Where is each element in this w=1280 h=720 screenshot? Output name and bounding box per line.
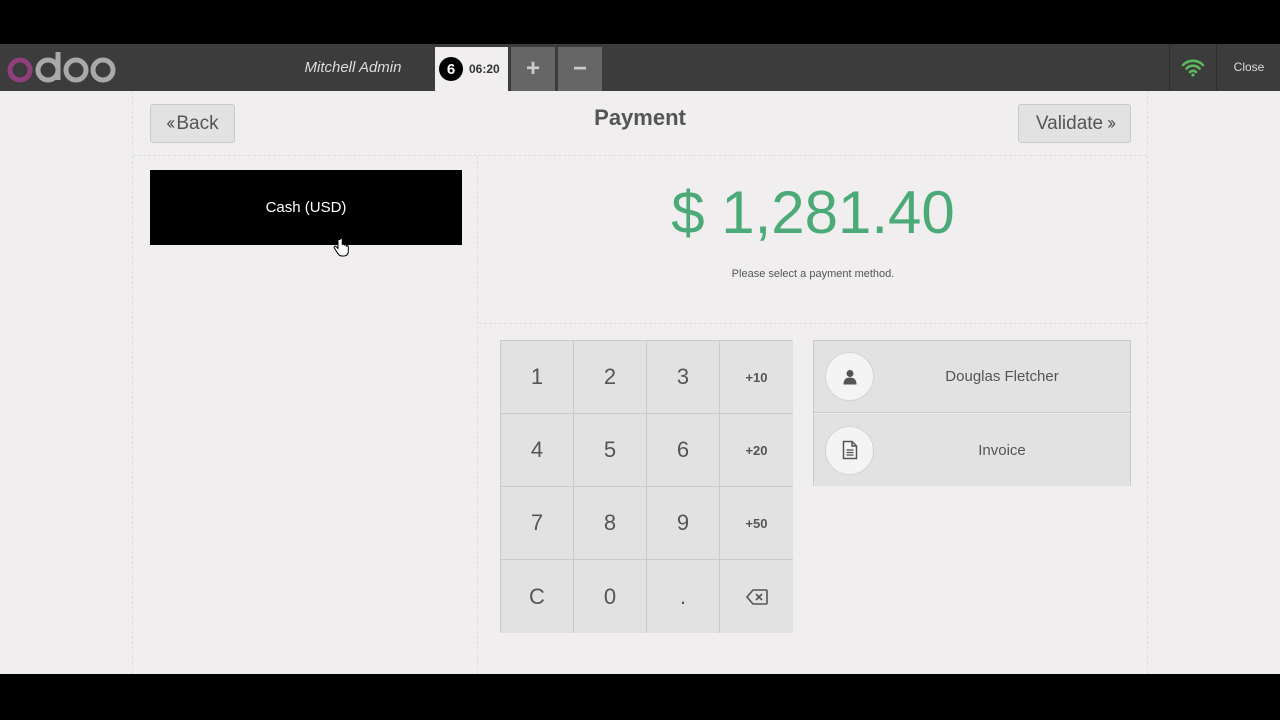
numpad-key-6[interactable]: 6: [647, 414, 720, 487]
amount-due: $ 1,281.40: [671, 179, 955, 246]
validate-button[interactable]: Validate ››: [1018, 104, 1131, 143]
payment-top-row: ‹‹ Back Payment Validate ››: [133, 91, 1147, 156]
add-order-button[interactable]: +: [511, 47, 555, 91]
numpad-key-0[interactable]: 0: [574, 560, 647, 633]
numpad-key-2[interactable]: 2: [574, 341, 647, 414]
numpad-key-plus-10[interactable]: +10: [720, 341, 793, 414]
hand-cursor-icon: [333, 237, 349, 263]
numpad: 1 2 3 +10 4 5 6 +20 7 8 9 +50 C 0 .: [500, 340, 793, 633]
payment-screen: ‹‹ Back Payment Validate ›› Cash (USD) $…: [0, 91, 1280, 674]
double-chevron-right-icon: ››: [1107, 113, 1116, 133]
order-tab[interactable]: 6 06:20: [435, 47, 508, 91]
letterbox-top: [0, 0, 1280, 44]
customer-name: Douglas Fletcher: [945, 368, 1059, 385]
numpad-key-clear[interactable]: C: [501, 560, 574, 633]
set-customer-button[interactable]: Douglas Fletcher: [814, 341, 1130, 413]
order-number-badge: 6: [439, 57, 463, 81]
validate-label: Validate: [1035, 112, 1104, 134]
order-time: 06:20: [469, 62, 500, 76]
numpad-key-3[interactable]: 3: [647, 341, 720, 414]
payment-content: ‹‹ Back Payment Validate ›› Cash (USD) $…: [132, 91, 1148, 674]
numpad-key-1[interactable]: 1: [501, 341, 574, 414]
numpad-key-7[interactable]: 7: [501, 487, 574, 560]
wifi-icon[interactable]: [1169, 44, 1217, 91]
payment-methods-pane: Cash (USD): [133, 156, 478, 674]
payment-instruction: Please select a payment method.: [731, 268, 895, 280]
page-title: Payment: [594, 105, 686, 130]
numpad-key-plus-50[interactable]: +50: [720, 487, 793, 560]
invoice-button[interactable]: Invoice: [814, 414, 1130, 486]
cashier-name[interactable]: Mitchell Admin: [290, 44, 416, 91]
numpad-key-plus-20[interactable]: +20: [720, 414, 793, 487]
backspace-key[interactable]: [720, 560, 793, 633]
odoo-logo: [6, 46, 118, 89]
numpad-key-5[interactable]: 5: [574, 414, 647, 487]
close-button[interactable]: Close: [1218, 44, 1280, 91]
amount-due-box: $ 1,281.40 Please select a payment metho…: [479, 156, 1147, 324]
document-icon: [825, 425, 874, 475]
numpad-key-8[interactable]: 8: [574, 487, 647, 560]
remove-order-button[interactable]: −: [558, 47, 602, 91]
backspace-icon: [745, 588, 768, 605]
user-icon: [825, 352, 874, 401]
numpad-key-9[interactable]: 9: [647, 487, 720, 560]
letterbox-bottom: [0, 674, 1280, 720]
numpad-key-4[interactable]: 4: [501, 414, 574, 487]
payment-side-buttons: Douglas Fletcher Invoice: [813, 340, 1131, 486]
payment-method-cash[interactable]: Cash (USD): [150, 170, 462, 245]
numpad-key-decimal[interactable]: .: [647, 560, 720, 633]
pos-topbar: Mitchell Admin 6 06:20 + − Close: [0, 44, 1280, 91]
invoice-label: Invoice: [978, 441, 1026, 459]
